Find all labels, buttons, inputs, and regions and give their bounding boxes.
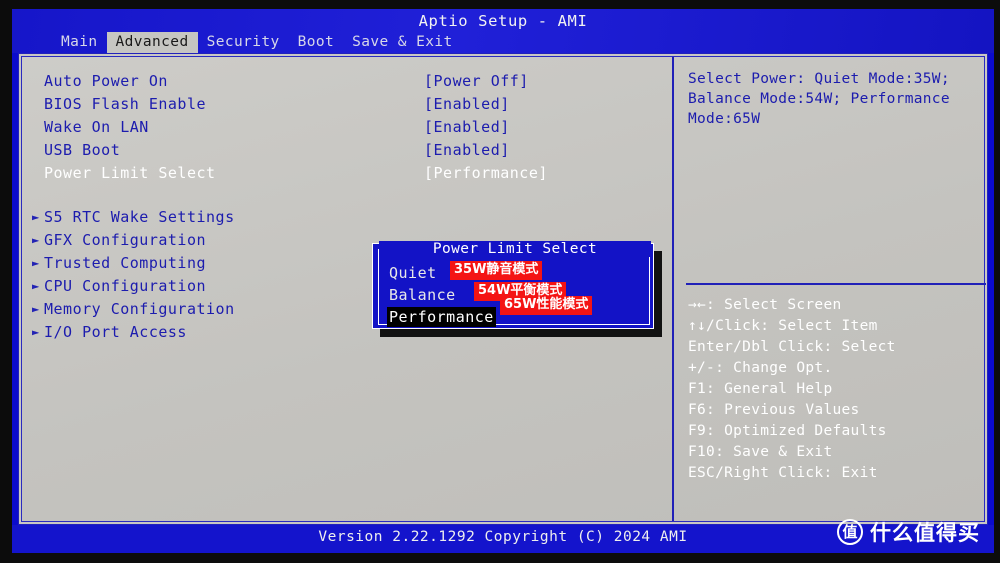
setting-value[interactable]: [Power Off] [424, 72, 529, 90]
monitor-bezel-left [0, 0, 12, 563]
watermark-text: 什么值得买 [870, 521, 980, 545]
tab-boot[interactable]: Boot [289, 32, 344, 53]
setting-row-usb-boot[interactable]: USB Boot [Enabled] [22, 138, 672, 161]
setting-label: I/O Port Access [44, 322, 187, 341]
dialog-option-label: Performance [387, 307, 496, 327]
setting-row-s5-rtc-wake-settings[interactable]: ► S5 RTC Wake Settings [22, 205, 672, 228]
setting-value[interactable]: [Enabled] [424, 95, 510, 113]
setting-row-power-limit-select[interactable]: Power Limit Select [Performance] [22, 161, 672, 184]
setting-row-bios-flash-enable[interactable]: BIOS Flash Enable [Enabled] [22, 92, 672, 115]
setting-value[interactable]: [Enabled] [424, 118, 510, 136]
monitor-bezel-top [0, 0, 1000, 9]
setting-label: BIOS Flash Enable [44, 94, 207, 113]
submenu-arrow-icon: ► [32, 301, 40, 316]
setting-label: S5 RTC Wake Settings [44, 207, 235, 226]
submenu-arrow-icon: ► [32, 232, 40, 247]
key-legend-select-item: ↑↓/Click: Select Item [688, 318, 878, 334]
smzdm-logo-icon: 值 [837, 519, 863, 545]
settings-spacer [22, 184, 672, 205]
submenu-arrow-icon: ► [32, 209, 40, 224]
dialog-option-label: Balance [389, 286, 456, 304]
setting-label: Power Limit Select [44, 163, 216, 182]
setting-label: Memory Configuration [44, 299, 235, 318]
submenu-arrow-icon: ► [32, 324, 40, 339]
setting-label: CPU Configuration [44, 276, 207, 295]
tab-advanced[interactable]: Advanced [106, 32, 198, 53]
watermark: 值 什么值得买 [837, 517, 980, 547]
help-panel: Select Power: Quiet Mode:35W; Balance Mo… [674, 57, 986, 521]
key-legend-save-exit: F10: Save & Exit [688, 444, 833, 460]
key-legend-optimized-defaults: F9: Optimized Defaults [688, 423, 887, 439]
annotation-performance-mode: 65W性能模式 [500, 296, 593, 315]
submenu-arrow-icon: ► [32, 255, 40, 270]
key-legend-general-help: F1: General Help [688, 381, 833, 397]
key-legend-select: Enter/Dbl Click: Select [688, 339, 896, 355]
setting-label: GFX Configuration [44, 230, 207, 249]
annotation-quiet-mode: 35W静音模式 [450, 261, 543, 280]
menu-tab-bar[interactable]: Main Advanced Security Boot Save & Exit [12, 31, 994, 53]
tab-save-exit[interactable]: Save & Exit [343, 32, 461, 53]
submenu-arrow-icon: ► [32, 278, 40, 293]
setting-value[interactable]: [Performance] [424, 164, 548, 182]
monitor-bezel-right [994, 0, 1000, 563]
setting-label: Wake On LAN [44, 117, 149, 136]
monitor-screen: Aptio Setup - AMI Main Advanced Security… [0, 0, 1000, 563]
key-legend-previous-values: F6: Previous Values [688, 402, 860, 418]
tab-security[interactable]: Security [198, 32, 289, 53]
setting-row-auto-power-on[interactable]: Auto Power On [Power Off] [22, 69, 672, 92]
key-legend-select-screen: →←: Select Screen [688, 297, 842, 313]
setting-row-wake-on-lan[interactable]: Wake On LAN [Enabled] [22, 115, 672, 138]
setting-label: Trusted Computing [44, 253, 207, 272]
bios-setup-screen: Aptio Setup - AMI Main Advanced Security… [12, 9, 994, 553]
tab-main[interactable]: Main [52, 32, 107, 53]
app-title: Aptio Setup - AMI [418, 12, 588, 30]
monitor-bezel-bottom [0, 553, 1000, 563]
key-legend: →←: Select Screen ↑↓/Click: Select Item … [688, 295, 988, 484]
setting-value[interactable]: [Enabled] [424, 141, 510, 159]
dialog-option-label: Quiet [389, 264, 437, 282]
key-legend-change-opt: +/-: Change Opt. [688, 360, 833, 376]
key-legend-exit: ESC/Right Click: Exit [688, 465, 878, 481]
help-divider [686, 283, 986, 285]
setting-label: USB Boot [44, 140, 121, 159]
setting-label: Auto Power On [44, 71, 168, 90]
help-description: Select Power: Quiet Mode:35W; Balance Mo… [688, 71, 950, 127]
dialog-title: Power Limit Select [379, 241, 651, 257]
